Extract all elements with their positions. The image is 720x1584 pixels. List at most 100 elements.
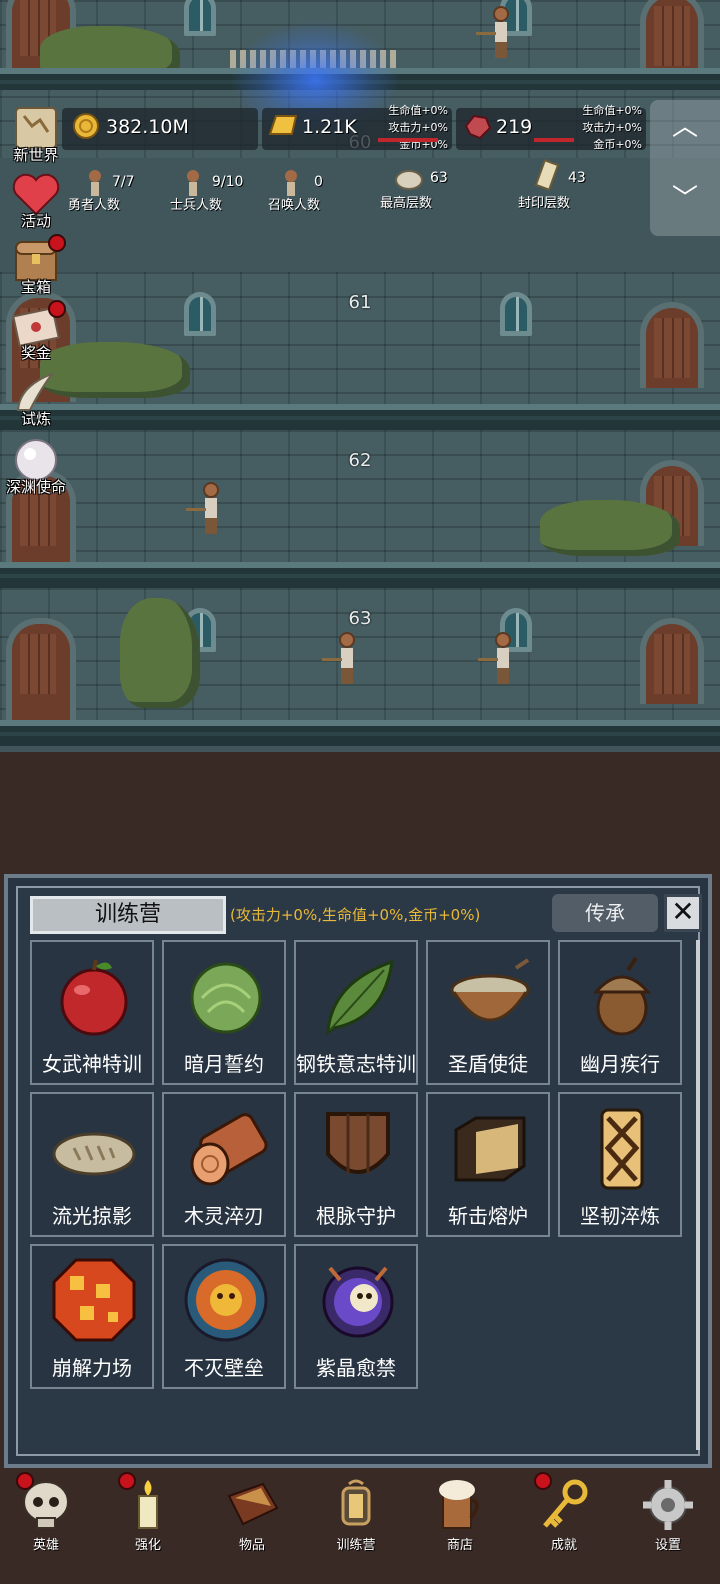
sidebar-item-trial[interactable]: 试炼 — [4, 366, 68, 429]
floor-number: 62 — [348, 450, 372, 471]
door — [640, 618, 704, 704]
lava-orb-icon — [52, 1258, 136, 1342]
hud: 382.10M 1.21K 219 生命值+0% 攻击力+0% 金币+0% 生命… — [0, 92, 720, 242]
close-icon[interactable]: ✕ — [664, 894, 702, 932]
scroll-icon — [534, 159, 560, 191]
nav-item-items[interactable]: 物品 — [212, 1476, 292, 1553]
sidebar-item-label: 奖金 — [20, 344, 51, 362]
chevron-down-icon[interactable]: ﹀ — [672, 186, 698, 212]
sidebar-item-new-world[interactable]: 新世界 — [4, 102, 68, 165]
buff-atk: 攻击力+0% — [388, 121, 448, 134]
training-item[interactable]: 崩解力场 — [30, 1244, 154, 1389]
floor-scroll-buttons: ︿ ﹀ — [650, 100, 720, 236]
chevron-up-icon[interactable]: ︿ — [672, 114, 698, 140]
training-item[interactable]: 紫晶愈禁 — [294, 1244, 418, 1389]
wood-shield-icon — [326, 1112, 390, 1174]
nav-item-upgrade[interactable]: 强化 — [108, 1472, 188, 1553]
ogre-enemy-sprite — [120, 598, 200, 708]
nav-item-shop[interactable]: 商店 — [420, 1476, 500, 1553]
training-item[interactable]: 坚韧淬炼 — [558, 1092, 682, 1237]
notification-badge — [16, 1472, 34, 1490]
buff-underline — [378, 138, 438, 142]
book-icon — [227, 1482, 279, 1526]
nav-label: 物品 — [238, 1538, 265, 1553]
sidebar-item-chest[interactable]: 宝箱 — [4, 234, 68, 297]
nav-item-achievements[interactable]: 成就 — [524, 1472, 604, 1553]
inherit-button[interactable]: 传承 — [552, 894, 658, 932]
buff-hp: 生命值+0% — [582, 104, 642, 117]
left-buffs: 生命值+0% 攻击力+0% 金币+0% — [360, 102, 448, 153]
leaf-icon — [326, 959, 394, 1035]
training-item[interactable]: 女武神特训 — [30, 940, 154, 1085]
soldier-count-value: 9/10 — [212, 174, 244, 190]
training-item[interactable]: 斩击熔炉 — [426, 1092, 550, 1237]
training-item-name: 不灭壁垒 — [184, 1356, 264, 1380]
nav-label: 强化 — [134, 1538, 161, 1553]
gold-bar-icon — [268, 115, 298, 135]
sidebar-item-activity[interactable]: 活动 — [4, 168, 68, 231]
sidebar-item-label: 活动 — [20, 212, 51, 230]
hero-sprite — [476, 6, 512, 58]
hero-sprite — [186, 482, 222, 534]
panel-title: 训练营 — [30, 896, 226, 934]
bread-icon — [52, 1132, 136, 1176]
door — [6, 618, 76, 728]
hero-sprite — [478, 632, 514, 684]
nav-item-settings[interactable]: 设置 — [628, 1476, 708, 1553]
sun-shield-icon — [184, 1258, 268, 1342]
training-item[interactable]: 根脉守护 — [294, 1092, 418, 1237]
training-item-name: 木灵淬刃 — [184, 1204, 264, 1228]
max-floor-value: 63 — [430, 170, 448, 186]
training-item-name: 圣盾使徒 — [448, 1052, 528, 1076]
door — [640, 302, 704, 388]
sidebar-item-abyss[interactable]: 深渊使命 — [4, 434, 68, 497]
mug-icon — [439, 1480, 479, 1529]
training-item-name: 坚韧淬炼 — [580, 1204, 660, 1228]
notification-badge — [534, 1472, 552, 1490]
floor-ledge — [0, 404, 720, 430]
bowl-icon — [450, 958, 530, 1022]
sealed-floor-label: 封印层数 — [518, 196, 571, 211]
hero-count-icon — [88, 170, 102, 196]
bottom-nav: 英雄 强化 物品 训练营 商店 成就 设置 — [0, 1468, 720, 1584]
floor-62: 62 — [0, 430, 720, 588]
sidebar-item-bonus[interactable]: 奖金 — [4, 300, 68, 363]
training-item-name: 根脉守护 — [316, 1204, 396, 1228]
log-icon — [190, 1113, 268, 1186]
max-floor-label: 最高层数 — [380, 196, 433, 211]
cube-icon — [454, 1116, 526, 1182]
notification-badge — [48, 300, 66, 318]
training-item[interactable]: 圣盾使徒 — [426, 940, 550, 1085]
training-item-name: 幽月疾行 — [580, 1052, 660, 1076]
ogre-enemy-sprite — [540, 500, 680, 556]
panel-bonus-text: (攻击力+0%,生命值+0%,金币+0%) — [230, 906, 481, 924]
nav-item-training-camp[interactable]: 训练营 — [316, 1476, 396, 1553]
right-buffs: 生命值+0% 攻击力+0% 金币+0% — [554, 102, 642, 153]
gem-amount: 219 — [496, 116, 533, 138]
stone-icon — [395, 170, 423, 190]
door — [640, 0, 704, 76]
sidebar-item-label: 新世界 — [13, 146, 59, 164]
training-item-name: 暗月誓约 — [184, 1052, 264, 1076]
sealed-floor-value: 43 — [568, 170, 586, 186]
training-item[interactable]: 不灭壁垒 — [162, 1244, 286, 1389]
board-shield-icon — [600, 1108, 644, 1190]
soldier-count-icon — [186, 170, 200, 196]
hero-sprite — [322, 632, 358, 684]
panel-scrollbar[interactable] — [696, 940, 700, 1450]
hero-count-value: 7/7 — [112, 174, 135, 190]
training-item[interactable]: 木灵淬刃 — [162, 1092, 286, 1237]
training-item[interactable]: 暗月誓约 — [162, 940, 286, 1085]
floor-61: 61 — [0, 272, 720, 430]
window — [500, 292, 532, 336]
sidebar-item-label: 试炼 — [20, 410, 51, 428]
nav-item-heroes[interactable]: 英雄 — [6, 1472, 86, 1553]
training-item[interactable]: 幽月疾行 — [558, 940, 682, 1085]
training-item-name: 女武神特训 — [42, 1052, 142, 1076]
training-item[interactable]: 钢铁意志特训 — [294, 940, 418, 1085]
training-item[interactable]: 流光掠影 — [30, 1092, 154, 1237]
panel-inner: 训练营 (攻击力+0%,生命值+0%,金币+0%) 传承 ✕ 女武神特训 暗月誓… — [16, 886, 702, 1456]
training-item-name: 钢铁意志特训 — [296, 1052, 416, 1076]
floor-ledge — [0, 720, 720, 746]
floor-number: 61 — [348, 292, 372, 313]
